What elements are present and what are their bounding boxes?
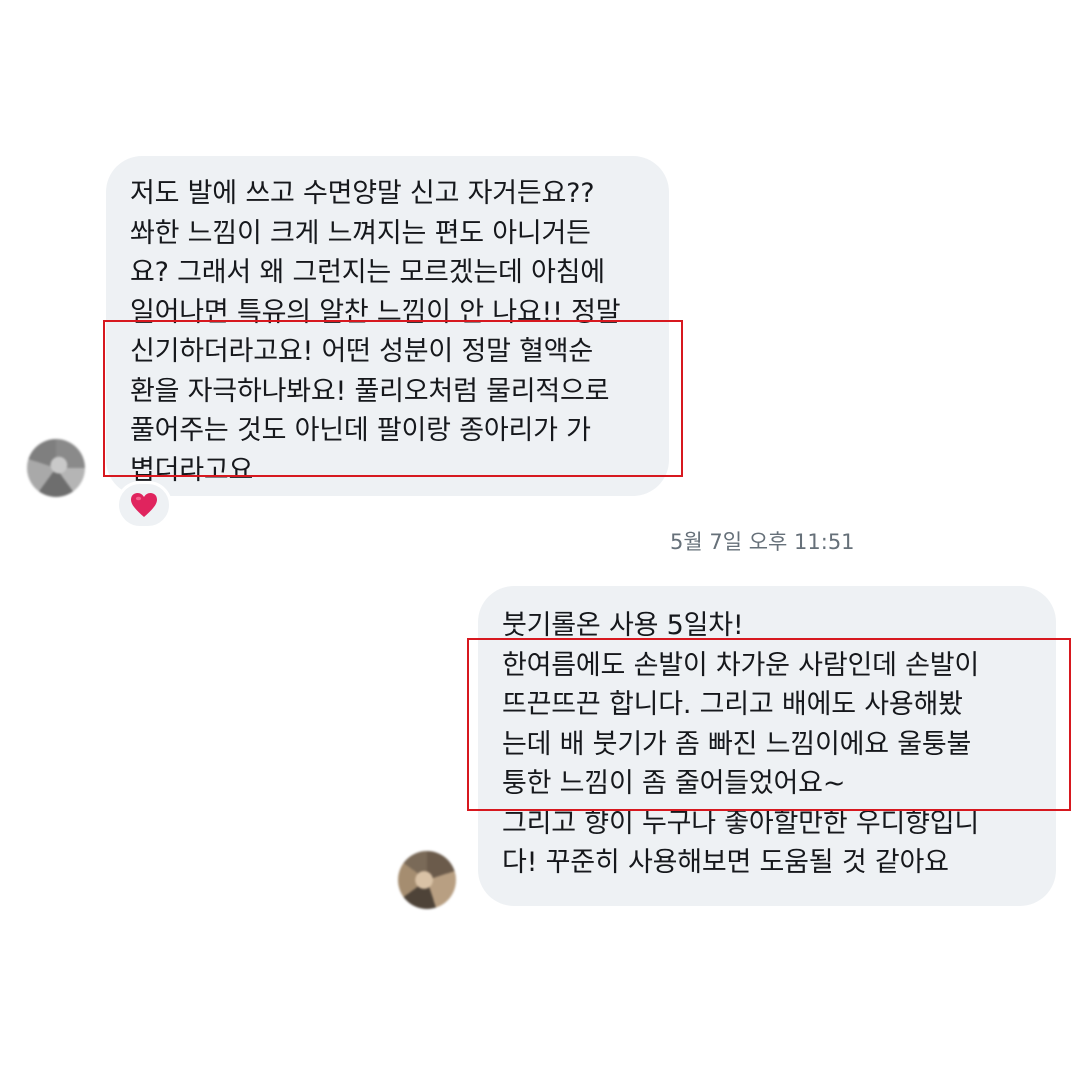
heart-reaction-badge[interactable] [116,481,172,529]
message-line: 그리고 향이 누구나 좋아할만한 우디향입니 [502,807,980,839]
message-line: 저도 발에 쓰고 수면양말 신고 자거든요?? [130,178,595,209]
message-line: 뜨끈뜨끈 합니다. 그리고 배에도 사용해봤 [502,689,963,720]
message-line: 한여름에도 손발이 차가운 사람인데 손발이 [502,649,980,681]
message-line: 는데 배 붓기가 좀 빠진 느낌이에요 울퉁불 [502,728,972,760]
message-line: 다! 꾸준히 사용해보면 도움될 것 같아요 [502,847,949,878]
message-line: 붓기롤온 사용 5일차! [502,610,744,641]
message-line: 퉁한 느낌이 좀 줄어들었어요~ [502,768,846,799]
chat-screen: 저도 발에 쓰고 수면양말 신고 자거든요?? 쏴한 느낌이 크게 느껴지는 편… [0,0,1080,1080]
message-timestamp: 5월 7일 오후 11:51 [670,530,855,554]
message-line: 환을 자극하나봐요! 풀리오처럼 물리적으로 [130,375,610,407]
incoming-message-bubble[interactable]: 저도 발에 쓰고 수면양말 신고 자거든요?? 쏴한 느낌이 크게 느껴지는 편… [106,156,669,496]
heart-icon [131,493,157,517]
message-line: 일어나면 특유의 알찬 느낌이 안 나요!! 정말 [130,296,621,328]
message-line: 요? 그래서 왜 그런지는 모르겠는데 아침에 [130,257,605,288]
message-line: 신기하더라고요! 어떤 성분이 정말 혈액순 [130,336,594,367]
sender-avatar[interactable] [27,439,85,497]
message-line: 볍더라고요 [130,454,254,486]
reply-avatar[interactable] [398,851,456,909]
message-line: 쏴한 느낌이 크게 느껴지는 편도 아니거든 [130,217,591,249]
outgoing-message-bubble[interactable]: 붓기롤온 사용 5일차! 한여름에도 손발이 차가운 사람인데 손발이 뜨끈뜨끈… [478,586,1056,906]
message-line: 풀어주는 것도 아닌데 팔이랑 종아리가 가 [130,415,591,446]
